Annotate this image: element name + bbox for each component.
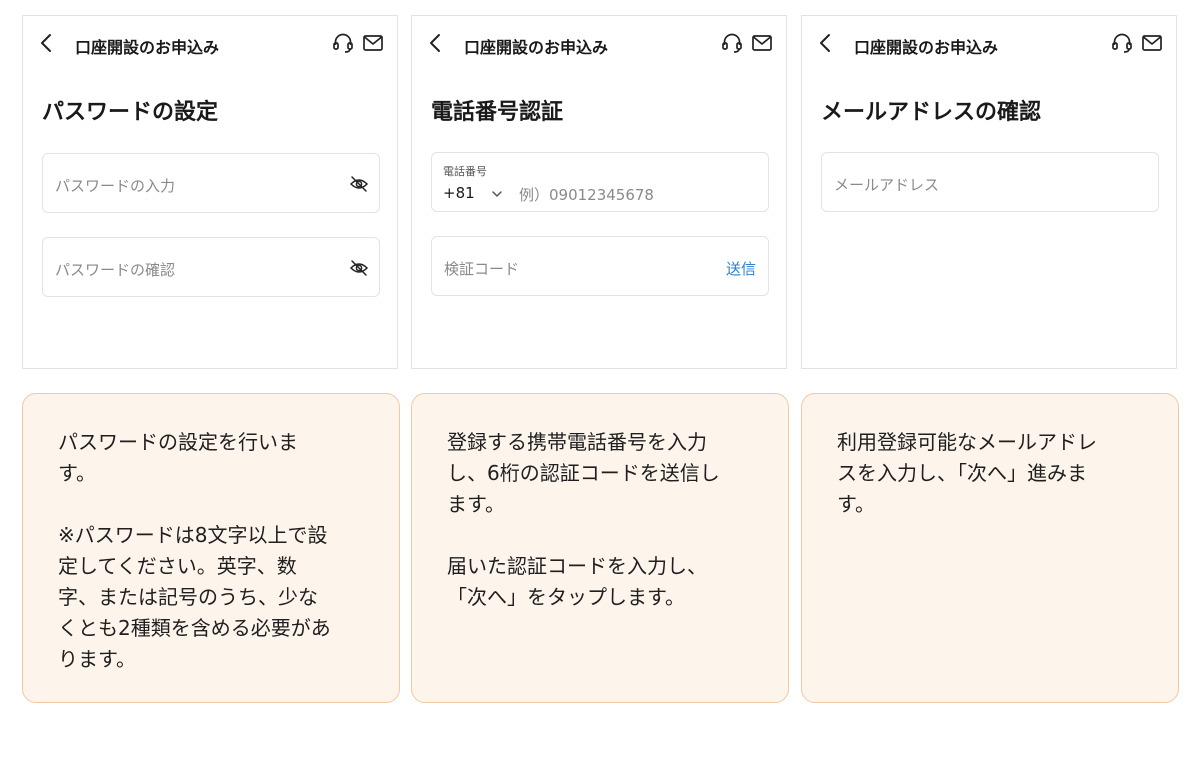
password-description: パスワードの設定を行いま す。 ※パスワードは8文字以上で設 定してください。英… [22, 393, 400, 703]
send-code-button[interactable]: 送信 [726, 258, 756, 279]
password-placeholder: パスワードの入力 [55, 177, 176, 195]
description-paragraph: ※パスワードは8文字以上で設 定してください。英字、数 字、または記号のうち、少… [58, 523, 331, 671]
app-header: 口座開設のお申込み [23, 30, 397, 58]
email-confirmation-screen: 口座開設のお申込み メールアドレスの確認 メールアドレス [801, 15, 1177, 369]
toggle-visibility-button[interactable] [349, 174, 369, 194]
phone-verification-screen: 口座開設のお申込み 電話番号認証 電話番号 +81 例）09012345678 … [411, 15, 787, 369]
support-button[interactable] [1110, 31, 1134, 55]
password-confirm-placeholder: パスワードの確認 [55, 261, 176, 279]
verification-code-field[interactable]: 検証コード 送信 [431, 236, 769, 296]
page-title: 電話番号認証 [431, 100, 564, 125]
header-title: 口座開設のお申込み [854, 38, 999, 57]
email-placeholder: メールアドレス [834, 176, 940, 194]
back-button[interactable] [37, 32, 57, 54]
email-field[interactable]: メールアドレス [821, 152, 1159, 212]
header-title: 口座開設のお申込み [75, 38, 220, 57]
mail-button[interactable] [750, 32, 774, 54]
mail-button[interactable] [1140, 32, 1164, 54]
phone-number-placeholder: 例）09012345678 [519, 186, 654, 204]
description-paragraph: 利用登録可能なメールアドレ スを入力し、「次へ」進みま す。 [837, 430, 1097, 516]
back-button[interactable] [426, 32, 446, 54]
mail-icon [363, 35, 383, 51]
phone-description: 登録する携帯電話番号を入力 し、6桁の認証コードを送信し ます。 届いた認証コー… [411, 393, 789, 703]
page: 口座開設のお申込み パスワードの設定 パスワードの入力 パスワードの確認 口座開… [0, 0, 1200, 764]
phone-number-field[interactable]: 電話番号 +81 例）09012345678 [431, 152, 769, 212]
toggle-visibility-button[interactable] [349, 258, 369, 278]
eye-off-icon [349, 260, 369, 276]
mail-icon [752, 35, 772, 51]
app-header: 口座開設のお申込み [802, 30, 1176, 58]
chevron-left-icon [820, 34, 830, 52]
chevron-down-icon [492, 191, 502, 197]
mail-icon [1142, 35, 1162, 51]
headset-icon [722, 33, 742, 53]
page-title: メールアドレスの確認 [821, 100, 1042, 125]
page-title: パスワードの設定 [42, 100, 219, 125]
description-paragraph: 登録する携帯電話番号を入力 し、6桁の認証コードを送信し ます。 [447, 430, 720, 516]
country-code-select[interactable]: +81 [443, 184, 475, 202]
app-header: 口座開設のお申込み [412, 30, 786, 58]
support-button[interactable] [331, 31, 355, 55]
headset-icon [333, 33, 353, 53]
back-button[interactable] [816, 32, 836, 54]
description-paragraph: 届いた認証コードを入力し、 「次へ」をタップします。 [447, 554, 707, 609]
eye-off-icon [349, 176, 369, 192]
country-code-dropdown[interactable] [490, 186, 504, 200]
password-screen: 口座開設のお申込み パスワードの設定 パスワードの入力 パスワードの確認 [22, 15, 398, 369]
mail-button[interactable] [361, 32, 385, 54]
headset-icon [1112, 33, 1132, 53]
email-description: 利用登録可能なメールアドレ スを入力し、「次へ」進みま す。 [801, 393, 1179, 703]
support-button[interactable] [720, 31, 744, 55]
phone-number-label: 電話番号 [443, 165, 487, 178]
password-confirm-field[interactable]: パスワードの確認 [42, 237, 380, 297]
description-paragraph: パスワードの設定を行いま す。 [58, 430, 298, 485]
password-field[interactable]: パスワードの入力 [42, 153, 380, 213]
chevron-left-icon [41, 34, 51, 52]
verification-code-placeholder: 検証コード [444, 260, 520, 278]
header-title: 口座開設のお申込み [464, 38, 609, 57]
chevron-left-icon [430, 34, 440, 52]
